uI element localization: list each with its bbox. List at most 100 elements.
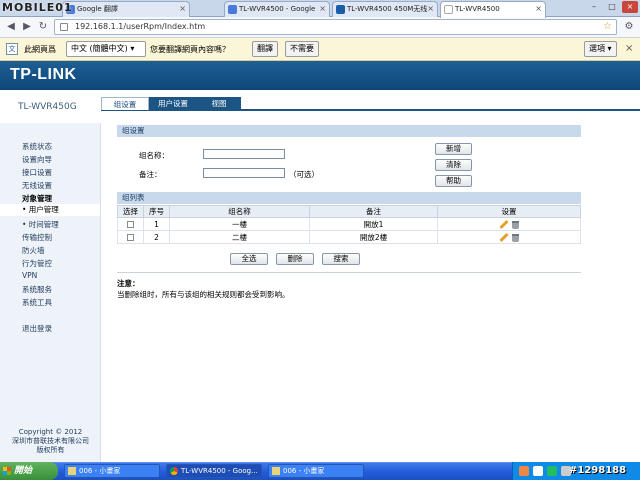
translate-prompt: 此網頁爲: [24, 45, 56, 54]
tab-title: TL-WVR4500 - Google: [239, 5, 316, 13]
chrome-icon: [170, 467, 178, 475]
sidebar-item-logout[interactable]: 退出登录: [22, 323, 52, 334]
sidebar-item-behavior-control[interactable]: 行为管控: [22, 258, 52, 269]
wrench-icon[interactable]: ⚙: [622, 20, 636, 34]
column-header: 设置: [437, 205, 581, 218]
copyright: Copyright © 2012 深圳市普联技术有限公司 版权所有: [0, 428, 101, 455]
translate-question: 您要翻譯網頁內容嗎？: [150, 45, 230, 54]
tplink-logo: TP-LINK: [10, 66, 77, 83]
edit-pencil-icon[interactable]: [499, 219, 509, 230]
trash-icon[interactable]: [512, 220, 519, 229]
router-header: TP-LINK: [0, 61, 640, 90]
sidebar-item-user-mgmt[interactable]: • 用户管理: [0, 204, 100, 216]
tab-close-icon[interactable]: ×: [535, 2, 542, 16]
sidebar-item-wireless[interactable]: 无线设置: [22, 180, 52, 191]
router-model: TL-WVR450G: [18, 102, 77, 112]
tab-group-settings[interactable]: 组设置: [101, 97, 149, 110]
note-input[interactable]: [203, 168, 285, 178]
address-toolbar: ◀ ▶ ↻ 192.168.1.1/userRpm/Index.htm ☆ ⚙: [0, 17, 640, 38]
name-cell: 二樓: [169, 230, 310, 244]
sidebar-item-system-status[interactable]: 系统状态: [22, 141, 52, 152]
add-button[interactable]: 新增: [435, 143, 472, 155]
sidebar-item-setup-wizard[interactable]: 设置向导: [22, 154, 52, 165]
index-cell: 2: [143, 230, 170, 244]
windows-logo-icon: [3, 467, 11, 475]
sidebar-item-system-tools[interactable]: 系统工具: [22, 297, 52, 308]
translate-icon: 文: [6, 43, 18, 55]
watermark-id: #1298188: [569, 465, 627, 476]
close-window-button[interactable]: ×: [622, 1, 638, 13]
browser-tab[interactable]: Google 翻譯 ×: [62, 1, 190, 17]
translate-button[interactable]: 翻譯: [252, 41, 278, 57]
search-button[interactable]: 搜索: [322, 253, 360, 265]
tab-close-icon[interactable]: ×: [427, 2, 434, 16]
select-cell: [117, 217, 144, 231]
page-icon: [60, 23, 68, 31]
sidebar-item-object-mgmt[interactable]: 对象管理: [22, 193, 52, 204]
start-button[interactable]: 開始: [0, 462, 58, 480]
edit-pencil-icon[interactable]: [499, 232, 509, 243]
tray-icon[interactable]: [547, 466, 557, 476]
mobile01-watermark-logo: MOBILE01: [2, 1, 73, 14]
group-list-header: 组列表: [117, 192, 581, 204]
trash-icon[interactable]: [512, 233, 519, 242]
taskbar-task-active[interactable]: TL-WVR4500 - Goog...: [166, 464, 262, 478]
sidebar-item-transfer-control[interactable]: 传输控制: [22, 232, 52, 243]
taskbar-task[interactable]: 006 - 小畫家: [64, 464, 160, 478]
sidebar: 系统状态 设置向导 接口设置 无线设置 对象管理 • 用户管理 • 时间管理 传…: [0, 123, 101, 462]
language-select[interactable]: 中文 (簡體中文) ▾: [66, 41, 146, 57]
url-text: 192.168.1.1/userRpm/Index.htm: [75, 22, 206, 31]
tab-view[interactable]: 视图: [197, 97, 241, 110]
sidebar-item-time-mgmt[interactable]: • 时间管理: [22, 219, 59, 230]
note-title: 注意：: [117, 279, 140, 288]
back-arrow-icon[interactable]: ◀: [4, 20, 18, 34]
actions-cell: [437, 230, 581, 244]
sidebar-item-vpn[interactable]: VPN: [22, 271, 37, 280]
tray-icon[interactable]: [519, 466, 529, 476]
sidebar-item-interface[interactable]: 接口设置: [22, 167, 52, 178]
star-icon[interactable]: ☆: [603, 20, 612, 34]
group-name-input[interactable]: [203, 149, 285, 159]
minimize-button[interactable]: –: [586, 1, 602, 13]
group-table: 选择 序号 组名称 备注 设置 1 一樓 開放1 2 二樓 開放2樓: [117, 205, 581, 244]
start-label: 開始: [14, 466, 33, 476]
language-value: 中文 (簡體中文): [71, 44, 128, 53]
taskbar-task[interactable]: 006 - 小畫家: [268, 464, 364, 478]
browser-tab[interactable]: TL-WVR4500 450M无线 ×: [332, 1, 438, 17]
browser-tab-active[interactable]: TL-WVR4500 ×: [440, 1, 546, 18]
reload-icon[interactable]: ↻: [36, 20, 50, 34]
row-checkbox[interactable]: [127, 221, 134, 228]
close-infobar-icon[interactable]: ×: [625, 43, 633, 54]
row-checkbox[interactable]: [127, 234, 134, 241]
copyright-line: Copyright © 2012: [18, 428, 83, 436]
tab-title: TL-WVR4500: [455, 5, 500, 13]
maximize-button[interactable]: □: [604, 1, 620, 13]
group-name-label: 组名称：: [139, 151, 169, 160]
dropdown-arrow-icon: ▾: [130, 44, 135, 53]
column-header: 选择: [117, 205, 144, 218]
column-header: 备注: [309, 205, 438, 218]
tab-user-settings[interactable]: 用户设置: [149, 97, 197, 110]
main-content: 组设置 组名称： 备注： （可选） 新增 清除 帮助 组列表 选择 序号 组名称…: [101, 123, 640, 462]
task-title: TL-WVR4500 - Goog...: [181, 467, 258, 475]
paint-icon: [272, 467, 280, 475]
tab-close-icon[interactable]: ×: [179, 2, 186, 16]
help-button[interactable]: 帮助: [435, 175, 472, 187]
sidebar-item-firewall[interactable]: 防火墙: [22, 245, 45, 256]
clear-button[interactable]: 清除: [435, 159, 472, 171]
tab-close-icon[interactable]: ×: [319, 2, 326, 16]
select-all-button[interactable]: 全选: [230, 253, 268, 265]
browser-tab[interactable]: TL-WVR4500 - Google ×: [224, 1, 330, 17]
url-field[interactable]: 192.168.1.1/userRpm/Index.htm ☆: [54, 19, 617, 35]
paint-icon: [68, 467, 76, 475]
task-title: 006 - 小畫家: [79, 467, 121, 475]
tray-icon[interactable]: [533, 466, 543, 476]
forward-arrow-icon[interactable]: ▶: [20, 20, 34, 34]
google-favicon-icon: [228, 5, 237, 14]
sidebar-item-system-service[interactable]: 系统服务: [22, 284, 52, 295]
browser-tab-strip: Google 翻譯 × TL-WVR4500 - Google × TL-WVR…: [0, 0, 640, 18]
translate-options-button[interactable]: 選項 ▾: [584, 41, 617, 57]
delete-button[interactable]: 删除: [276, 253, 314, 265]
column-header: 序号: [143, 205, 170, 218]
decline-translate-button[interactable]: 不需要: [285, 41, 319, 57]
